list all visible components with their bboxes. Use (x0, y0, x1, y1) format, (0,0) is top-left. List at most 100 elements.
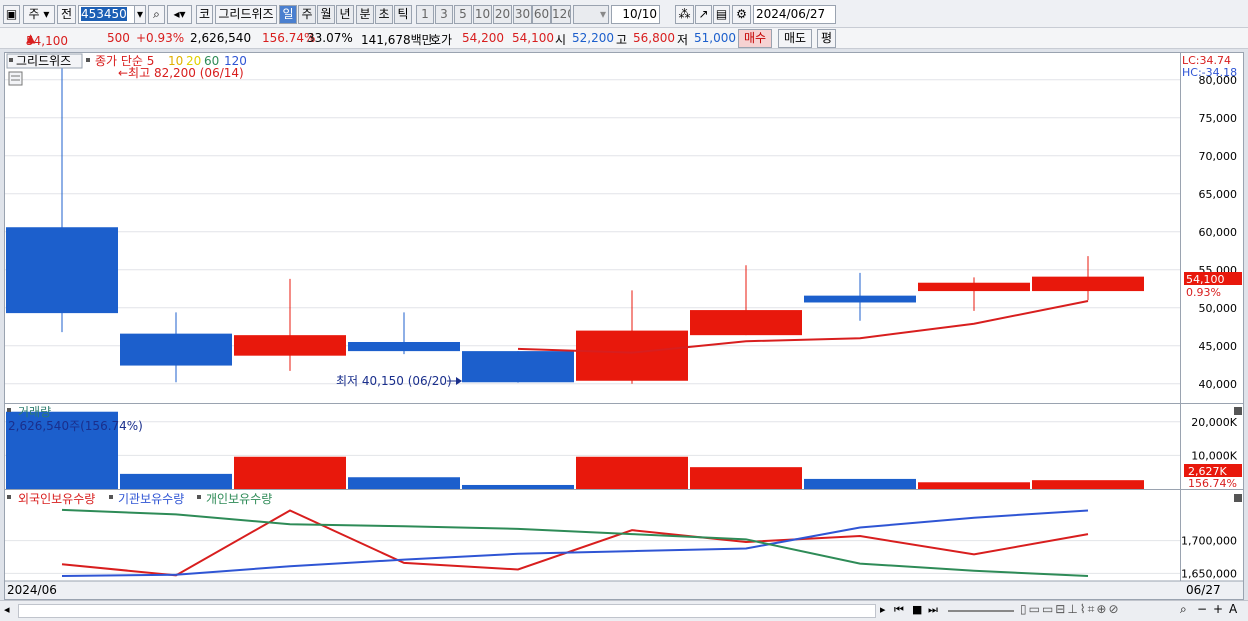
volume-bar (690, 467, 802, 489)
close-icon[interactable] (1234, 494, 1242, 502)
candle-body (1032, 276, 1144, 292)
zoom-in-icon[interactable]: + (1213, 602, 1223, 616)
buy-button[interactable]: 매수 (738, 29, 772, 48)
zoom-search-icon[interactable]: ⌕ (1180, 602, 1187, 617)
period-select[interactable]: 주 ▾ (23, 5, 55, 24)
count-input[interactable]: 10/10 (611, 5, 660, 24)
tab-day[interactable]: 일 (279, 5, 297, 24)
speaker-icon[interactable]: ◂▾ (167, 5, 192, 24)
interval-30[interactable]: 30 (513, 5, 532, 24)
x-axis-bar (5, 581, 1243, 599)
settings-icon[interactable]: ⚙ (732, 5, 751, 24)
tab-year[interactable]: 년 (336, 5, 354, 24)
last-volume-pct: 156.74% (1188, 477, 1237, 490)
sell-button[interactable]: 매도 (778, 29, 812, 48)
candle-body (576, 330, 688, 381)
draw-tool-icon[interactable]: ↗ (695, 5, 712, 24)
y-tick-label: 1,700,000 (1181, 535, 1237, 548)
scroll-left-icon[interactable]: ◂ (4, 603, 10, 616)
holding-lines (61, 508, 1089, 578)
scroll-track[interactable] (18, 604, 876, 618)
auto-scale-icon[interactable]: A (1229, 602, 1237, 616)
y-tick-label: 40,000 (1199, 378, 1238, 391)
interval-5[interactable]: 5 (454, 5, 472, 24)
interval-10[interactable]: 10 (473, 5, 492, 24)
code-dropdown-icon[interactable]: ▾ (134, 5, 146, 24)
prev-button[interactable]: 전 (57, 5, 76, 24)
legend-inst: 기관보유수량 (118, 492, 184, 506)
code-input[interactable]: 453450 (78, 5, 136, 24)
interval-60[interactable]: 60 (532, 5, 551, 24)
tab-month[interactable]: 월 (317, 5, 335, 24)
square-icon (7, 408, 11, 412)
market-button[interactable]: 코 (196, 5, 213, 24)
volume-bar (462, 484, 574, 489)
zoom-slider[interactable] (948, 610, 1014, 612)
save-icon[interactable]: ▤ (713, 5, 730, 24)
last-pct-label: 0.93% (1186, 286, 1221, 299)
turnover: 33.07% (307, 31, 353, 45)
first-icon[interactable]: ⏮ (894, 603, 904, 617)
indiv-holding-line (61, 508, 1089, 578)
volume-title: 거래량 (18, 405, 51, 419)
search-icon[interactable]: ⌕ (148, 5, 165, 24)
inst-holding-line (61, 509, 1089, 578)
low-price: 51,000 (694, 31, 736, 45)
code-value: 453450 (81, 7, 127, 21)
interval-20[interactable]: 20 (493, 5, 512, 24)
min-price-label: 최저 40,150 (06/20) (336, 374, 452, 388)
candle-body (462, 351, 574, 383)
candle-body (690, 310, 802, 336)
change-value: 500 (107, 31, 130, 45)
scroll-bar[interactable]: ◂ ▸ ⏮ ■ ⏭ ▯▭▭⊟⊥⌇⌗⊕⊘ ⌕ − + A (0, 600, 1248, 621)
link-icon[interactable]: ⁂ (675, 5, 694, 24)
x-axis-end: 06/27 (1186, 583, 1221, 597)
tab-week[interactable]: 주 (298, 5, 316, 24)
y-tick-label: 1,650,000 (1181, 567, 1237, 580)
y-tick-label: 20,000K (1191, 416, 1237, 429)
open-price: 52,200 (572, 31, 614, 45)
legend-foreign: 외국인보유수량 (18, 492, 95, 506)
candle-body (348, 342, 460, 352)
y-ticks: 80,00075,00070,00065,00060,00055,00050,0… (1181, 74, 1238, 581)
tool-icons[interactable]: ▯▭▭⊟⊥⌇⌗⊕⊘ (1020, 602, 1121, 617)
square-icon (86, 58, 90, 62)
volume-bar (348, 477, 460, 489)
stock-name: 그리드위즈 (215, 5, 277, 24)
candle-body (918, 282, 1030, 292)
zoom-out-icon[interactable]: − (1197, 602, 1207, 616)
quote-bar: 54,100 ▲ 500 +0.93% 2,626,540 156.74% 33… (0, 28, 1248, 49)
candle-body (234, 335, 346, 356)
volume-bar (918, 482, 1030, 489)
close-icon[interactable] (1234, 407, 1242, 415)
hc-label: HC:-34.18 (1182, 66, 1237, 79)
tab-second[interactable]: 초 (375, 5, 393, 24)
layout-icon[interactable]: ▣ (3, 5, 20, 24)
chart-area[interactable]: 80,000 75,000 70,000 65,000 60,000 55,000 50,0… (4, 52, 1244, 600)
x-axis-start: 2024/06 (7, 583, 57, 597)
legend-indiv: 개인보유수량 (206, 492, 272, 506)
eval-button[interactable]: 평 (817, 29, 836, 48)
volume-value-label: 2,626,540주(156.74%) (8, 419, 143, 433)
volume-bar (120, 473, 232, 489)
interval-1[interactable]: 1 (416, 5, 434, 24)
custom-interval-select[interactable]: ▾ (573, 5, 609, 24)
table-icon[interactable] (8, 71, 23, 86)
scroll-right-icon[interactable]: ▸ (880, 603, 886, 616)
last-price-label: 54,100 (1186, 273, 1225, 286)
interval-120[interactable]: 120 (551, 5, 571, 24)
last-icon[interactable]: ⏭ (928, 603, 938, 617)
y-tick-label: 70,000 (1199, 150, 1238, 163)
high-price: 56,800 (633, 31, 675, 45)
candles (6, 63, 1144, 384)
volume-bar (234, 456, 346, 489)
stop-icon[interactable]: ■ (912, 603, 922, 616)
interval-3[interactable]: 3 (435, 5, 453, 24)
volume-value: 2,626,540 (190, 31, 252, 45)
y-tick-label: 45,000 (1199, 340, 1238, 353)
y-tick-label: 75,000 (1199, 112, 1238, 125)
date-input[interactable]: 2024/06/27 (753, 5, 836, 24)
tab-tick[interactable]: 틱 (394, 5, 412, 24)
y-tick-label: 65,000 (1199, 188, 1238, 201)
tab-minute[interactable]: 분 (356, 5, 374, 24)
